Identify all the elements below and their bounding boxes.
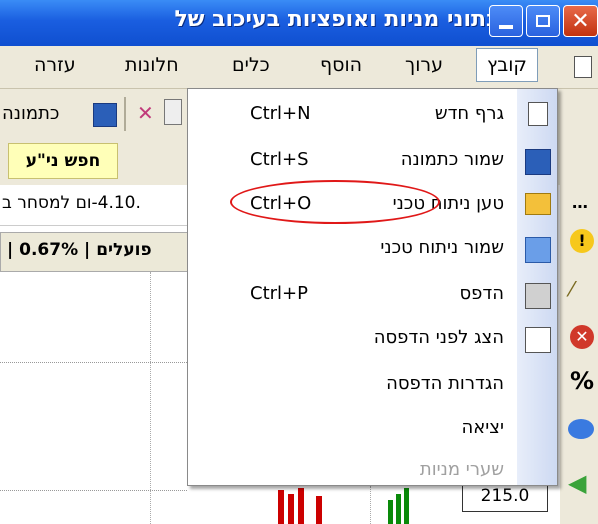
candle [288, 494, 294, 524]
quote-tab[interactable]: | 0.67% | פועלים [0, 232, 200, 272]
menu-item-print-preview[interactable]: הצג לפני הדפסה [188, 319, 518, 357]
minimize-button[interactable] [489, 5, 523, 37]
menu-edit[interactable]: ערוך [405, 54, 443, 76]
bank-label: פועלים [96, 240, 152, 260]
menu-item-shortcut: Ctrl+P [250, 283, 308, 304]
gridline [0, 490, 187, 491]
menu-item-save-analysis[interactable]: שמור ניתוח טכני [188, 229, 518, 267]
save-analysis-icon [525, 237, 551, 263]
menu-item-stock-rates: שערי מניות [188, 451, 518, 489]
divider [124, 97, 126, 131]
printer-icon [525, 283, 551, 309]
menu-item-shortcut: Ctrl+S [250, 149, 309, 170]
menu-item-label: גרף חדש [434, 103, 504, 124]
menu-item-save-image[interactable]: שמור כתמונה Ctrl+S [188, 141, 518, 179]
right-toolbar: ⋯ ! ⁄ ✕ % ◀ [560, 89, 598, 524]
highlight-ellipse [230, 180, 440, 224]
menu-tools[interactable]: כלים [232, 54, 270, 76]
menu-item-shortcut: Ctrl+N [250, 103, 311, 124]
save-disk-icon[interactable] [93, 103, 117, 127]
gridline [370, 486, 371, 524]
candle [298, 488, 304, 524]
menu-item-print[interactable]: הדפס Ctrl+P [188, 275, 518, 313]
separator: | [84, 240, 97, 260]
print-preview-icon [525, 327, 551, 353]
menu-item-label: שמור ניתוח טכני [380, 237, 504, 258]
candle [388, 500, 393, 524]
menu-file[interactable]: קובץ [476, 48, 538, 82]
menu-item-print-settings[interactable]: הגדרות הדפסה [188, 365, 518, 403]
more-icon[interactable]: ⋯ [572, 197, 588, 216]
price-label: 215.0 [480, 486, 530, 506]
menu-item-exit[interactable]: יציאה [188, 409, 518, 447]
file-menu-dropdown: גרף חדש Ctrl+N שמור כתמונה Ctrl+S טען ני… [187, 88, 558, 486]
restore-icon [536, 15, 550, 27]
restore-button[interactable] [526, 5, 560, 37]
close-button[interactable]: ✕ [563, 5, 598, 37]
window-title: נתוני מניות ואופציות בעיכוב של [174, 7, 496, 32]
percent-change: 0.67% [19, 240, 79, 260]
trendline-icon[interactable]: ✕ [137, 101, 154, 125]
minimize-icon [499, 25, 513, 29]
wand-icon[interactable]: ⁄ [570, 277, 573, 301]
menu-insert[interactable]: הוסף [320, 54, 362, 76]
arrow-left-icon[interactable]: ◀ [568, 469, 586, 497]
save-image-label[interactable]: כתמונה [2, 103, 59, 124]
warning-icon[interactable]: ! [570, 229, 594, 253]
candle [404, 488, 409, 524]
stop-icon[interactable]: ✕ [570, 325, 594, 349]
title-bar: נתוני מניות ואופציות בעיכוב של ✕ [0, 0, 598, 46]
chart-icon[interactable] [164, 99, 182, 125]
gridline [150, 272, 151, 524]
document-icon [574, 56, 592, 78]
save-disk-icon [525, 149, 551, 175]
candle [316, 496, 322, 524]
menu-item-label: שערי מניות [419, 459, 504, 480]
trade-date-text: .4.10-ום למסחר ב [2, 193, 141, 213]
search-security-button[interactable]: חפש ני"ע [8, 143, 118, 179]
menu-bar: קובץ ערוך הוסף כלים חלונות עזרה [0, 46, 598, 89]
menu-help[interactable]: עזרה [34, 54, 76, 76]
open-folder-icon [525, 193, 551, 215]
candle [278, 490, 284, 524]
new-document-icon [528, 102, 548, 126]
percent-icon[interactable]: % [570, 367, 594, 395]
menu-item-new-chart[interactable]: גרף חדש Ctrl+N [188, 95, 518, 133]
candle [396, 494, 401, 524]
menu-windows[interactable]: חלונות [125, 54, 179, 76]
gridline [0, 362, 187, 363]
trade-info-row: .4.10-ום למסחר ב [0, 185, 200, 226]
separator: | [7, 240, 20, 260]
menu-item-label: יציאה [461, 417, 504, 438]
menu-item-label: הצג לפני הדפסה [373, 327, 504, 348]
close-icon: ✕ [571, 8, 590, 34]
comment-icon[interactable] [568, 419, 594, 439]
menu-item-label: הדפס [459, 283, 504, 304]
menu-item-label: שמור כתמונה [400, 149, 504, 170]
menu-item-label: הגדרות הדפסה [386, 373, 504, 394]
